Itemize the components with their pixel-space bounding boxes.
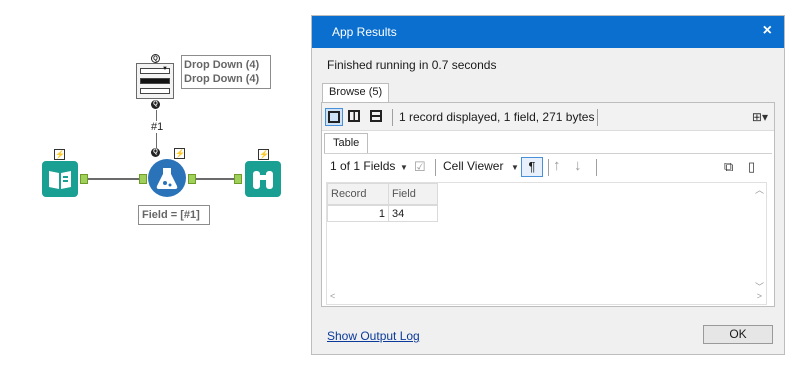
dropdown-row: [140, 88, 170, 94]
cell-field[interactable]: 34: [388, 205, 438, 222]
data-connector: [88, 178, 139, 180]
ok-button[interactable]: OK: [703, 325, 773, 344]
table-toolbar: 1 of 1 Fields ▼ ☑ Cell Viewer ▼ ¶ ↑ ↓ ⧉ …: [324, 153, 772, 179]
formula-annotation: Field = [#1]: [138, 205, 210, 225]
record-info: 1 record displayed, 1 field, 271 bytes: [399, 110, 595, 124]
split-horizontal-icon: [370, 110, 382, 122]
document-icon[interactable]: ▯: [748, 159, 755, 175]
toolbar-separator: [435, 159, 436, 176]
layout-stacked-button[interactable]: [368, 108, 386, 126]
app-results-dialog: App Results × Finished running in 0.7 se…: [311, 15, 785, 355]
dropdown-annotation-line-2: Drop Down (4): [184, 73, 260, 85]
interface-q-badge: Q: [151, 148, 160, 157]
vertical-scrollbar[interactable]: ︿ ﹀: [752, 183, 766, 293]
tab-table[interactable]: Table: [324, 133, 369, 153]
lightning-icon: ⚡: [174, 148, 185, 159]
chevron-down-icon: ▼: [162, 66, 168, 72]
dropdown-row-selected: [140, 78, 170, 84]
pilcrow-icon: ¶: [528, 159, 536, 174]
output-anchor[interactable]: [80, 174, 88, 184]
toolbar-separator: [596, 159, 597, 176]
dropdown-row: ▼: [140, 66, 170, 74]
arrow-down-icon[interactable]: ↓: [574, 157, 582, 174]
flask-icon: [156, 168, 178, 189]
copy-icon[interactable]: ⧉: [724, 159, 733, 175]
input-data-tool[interactable]: [42, 161, 78, 197]
cell-record[interactable]: 1: [327, 205, 389, 222]
chevron-right-icon[interactable]: >: [757, 291, 762, 301]
connection-label: #1: [149, 121, 166, 133]
toolbar-separator: [548, 159, 549, 176]
toolbar-separator: [392, 109, 393, 126]
run-status: Finished running in 0.7 seconds: [327, 58, 497, 72]
data-connector: [196, 178, 234, 180]
checkbox-icon[interactable]: ☑: [414, 159, 426, 175]
chevron-left-icon[interactable]: <: [330, 291, 335, 301]
chevron-up-icon[interactable]: ︿: [755, 183, 764, 196]
close-icon[interactable]: ×: [763, 22, 772, 40]
interface-q-badge-top: Q: [151, 54, 160, 63]
input-anchor[interactable]: [234, 174, 242, 184]
tab-browse[interactable]: Browse (5): [322, 83, 390, 102]
dialog-titlebar[interactable]: App Results ×: [312, 16, 784, 48]
dropdown-annotation-line-1: Drop Down (4): [184, 59, 260, 71]
split-vertical-icon: [348, 110, 360, 122]
horizontal-scrollbar[interactable]: < >: [327, 291, 768, 304]
browse-tool[interactable]: [245, 161, 281, 197]
browse-toolbar: 1 record displayed, 1 field, 271 bytes ⊞…: [322, 103, 774, 131]
layout-side-by-side-button[interactable]: [346, 108, 364, 126]
cell-viewer-selector[interactable]: Cell Viewer: [443, 159, 503, 173]
formula-tool[interactable]: [148, 159, 186, 197]
binoculars-icon: [253, 171, 273, 189]
chevron-down-icon[interactable]: ▼: [400, 163, 408, 172]
browse-panel: 1 record displayed, 1 field, 271 bytes ⊞…: [321, 102, 775, 307]
column-header-record[interactable]: Record: [327, 183, 389, 205]
dropdown-annotation: Drop Down (4) Drop Down (4): [181, 55, 271, 89]
interface-q-badge-bottom: Q: [151, 100, 160, 109]
fields-selector[interactable]: 1 of 1 Fields: [330, 159, 395, 173]
single-pane-icon: [328, 111, 340, 123]
toolbar-separator: [597, 109, 598, 126]
output-anchor[interactable]: [188, 174, 196, 184]
show-output-log-link[interactable]: Show Output Log: [327, 329, 420, 343]
book-icon: [49, 171, 71, 189]
show-whitespace-button[interactable]: ¶: [521, 157, 543, 177]
input-anchor[interactable]: [139, 174, 147, 184]
data-grid[interactable]: Record Field 1 34 ︿ ﹀ < >: [326, 182, 767, 305]
arrow-up-icon[interactable]: ↑: [553, 157, 561, 174]
layout-single-button[interactable]: [325, 108, 343, 126]
chevron-down-icon[interactable]: ▼: [511, 163, 519, 172]
dropdown-tool[interactable]: ▼: [136, 63, 174, 99]
workflow-canvas[interactable]: Q ▼ Q Drop Down (4) Drop Down (4) #1 ⚡ Q…: [0, 0, 310, 369]
add-view-icon[interactable]: ⊞▾: [752, 110, 768, 124]
column-header-field[interactable]: Field: [388, 183, 438, 205]
dialog-title: App Results: [332, 25, 397, 39]
lightning-icon: ⚡: [258, 149, 269, 160]
lightning-icon: ⚡: [54, 149, 65, 160]
